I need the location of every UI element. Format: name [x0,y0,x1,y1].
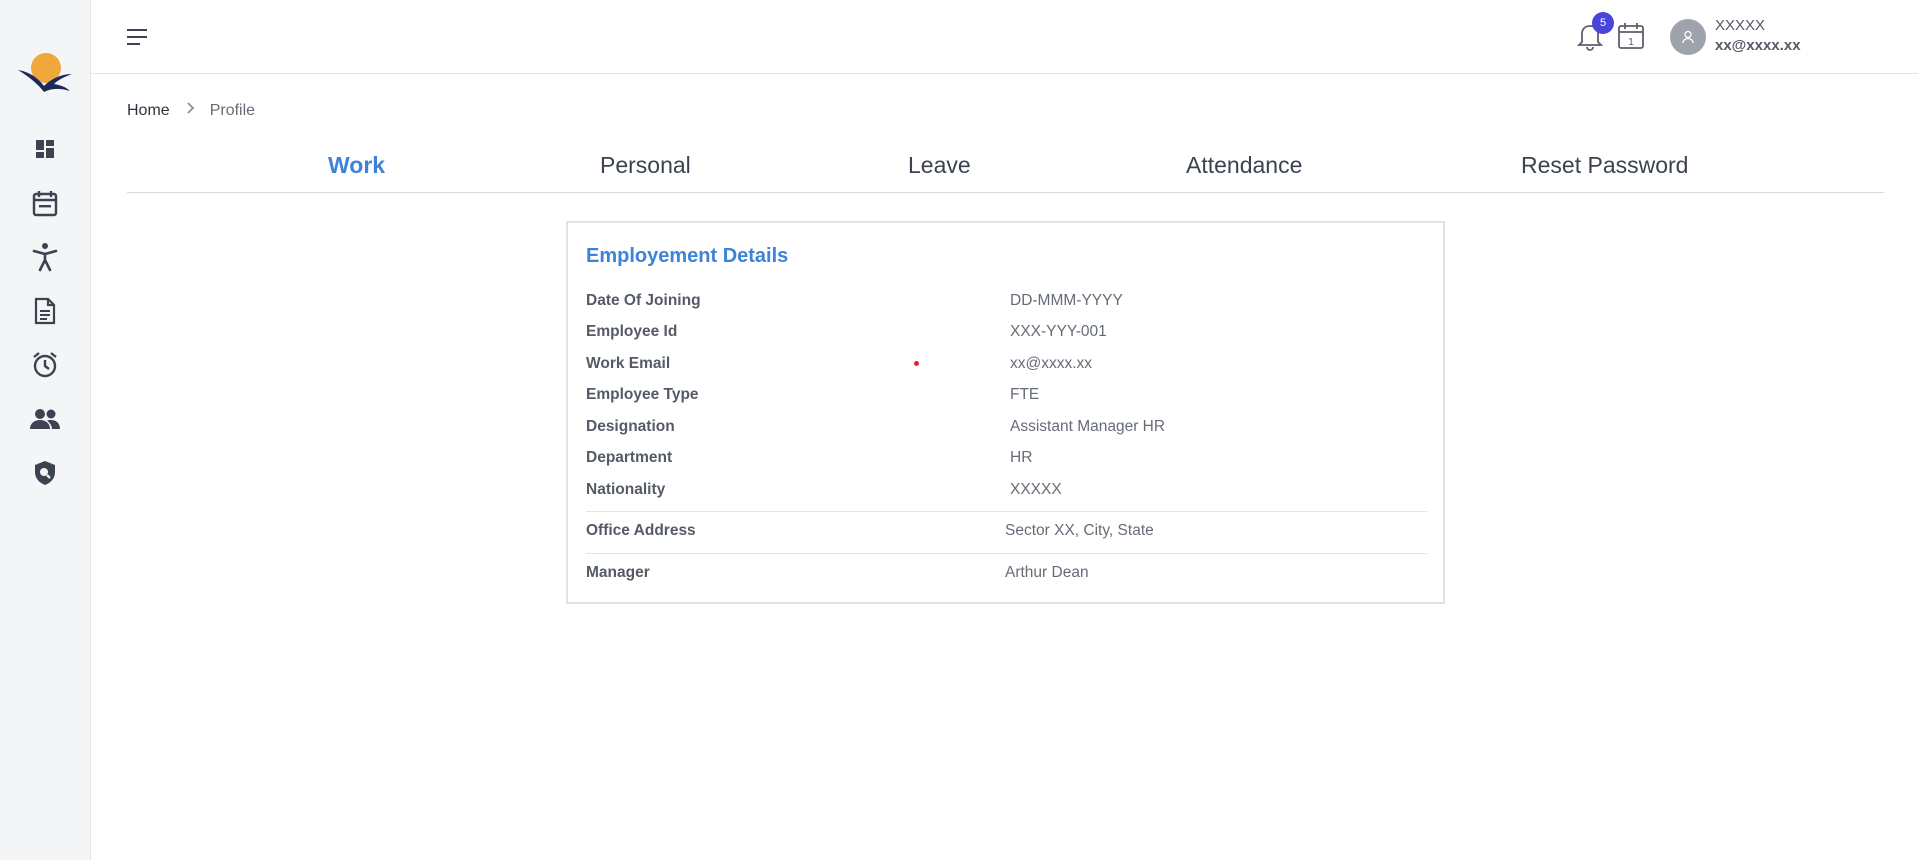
calendar-day-number: 1 [1628,37,1634,48]
detail-label: Employee Id [586,323,678,340]
tab-attendance[interactable]: Attendance [1186,152,1302,179]
menu-toggle-icon[interactable] [125,26,149,48]
row-divider [586,511,1427,512]
detail-label: Work Email [586,355,671,372]
card-title: Employement Details [586,245,789,267]
tab-work[interactable]: Work [328,152,385,179]
accessibility-icon[interactable] [30,242,60,272]
notification-badge: 5 [1592,12,1614,34]
required-indicator [914,361,919,366]
detail-label: Manager [586,564,650,581]
tab-personal[interactable]: Personal [600,152,691,179]
detail-label: Employee Type [586,386,699,403]
calendar-icon[interactable] [30,188,60,218]
shield-search-icon[interactable] [30,458,60,488]
breadcrumb-home-link[interactable]: Home [127,102,170,120]
tab-reset-password[interactable]: Reset Password [1521,152,1688,179]
detail-value: xx@xxxx.xx [1010,355,1093,372]
user-email: xx@xxxx.xx [1715,37,1801,54]
calendar-header-icon[interactable]: 1 [1616,20,1646,52]
detail-label: Designation [586,418,675,435]
detail-label: Department [586,449,673,466]
detail-value: DD-MMM-YYYY [1010,292,1123,309]
company-logo[interactable] [16,50,76,94]
breadcrumb: Home Profile [127,101,255,120]
detail-value: Assistant Manager HR [1010,418,1166,435]
user-avatar[interactable] [1670,19,1706,55]
detail-value: Sector XX, City, State [1005,522,1154,539]
sidebar [0,0,91,860]
detail-value: XXX-YYY-001 [1010,323,1107,340]
people-icon[interactable] [30,404,60,434]
chevron-right-icon [186,101,196,120]
dashboard-icon[interactable] [30,134,60,164]
detail-value: Arthur Dean [1005,564,1089,581]
detail-value: HR [1010,449,1033,466]
detail-value: FTE [1010,386,1040,403]
document-icon[interactable] [30,296,60,326]
row-divider [586,553,1427,554]
detail-label: Office Address [586,522,696,539]
profile-tabs: Work Personal Leave Attendance Reset Pas… [127,148,1884,193]
alarm-icon[interactable] [30,350,60,380]
detail-label: Nationality [586,481,666,498]
detail-label: Date Of Joining [586,292,701,309]
employment-details-card: Employement Details Date Of Joining DD-M… [566,221,1445,604]
detail-value: XXXXX [1010,481,1062,498]
breadcrumb-current: Profile [209,101,256,119]
tab-leave[interactable]: Leave [908,152,971,179]
user-name: XXXXX [1715,17,1766,34]
